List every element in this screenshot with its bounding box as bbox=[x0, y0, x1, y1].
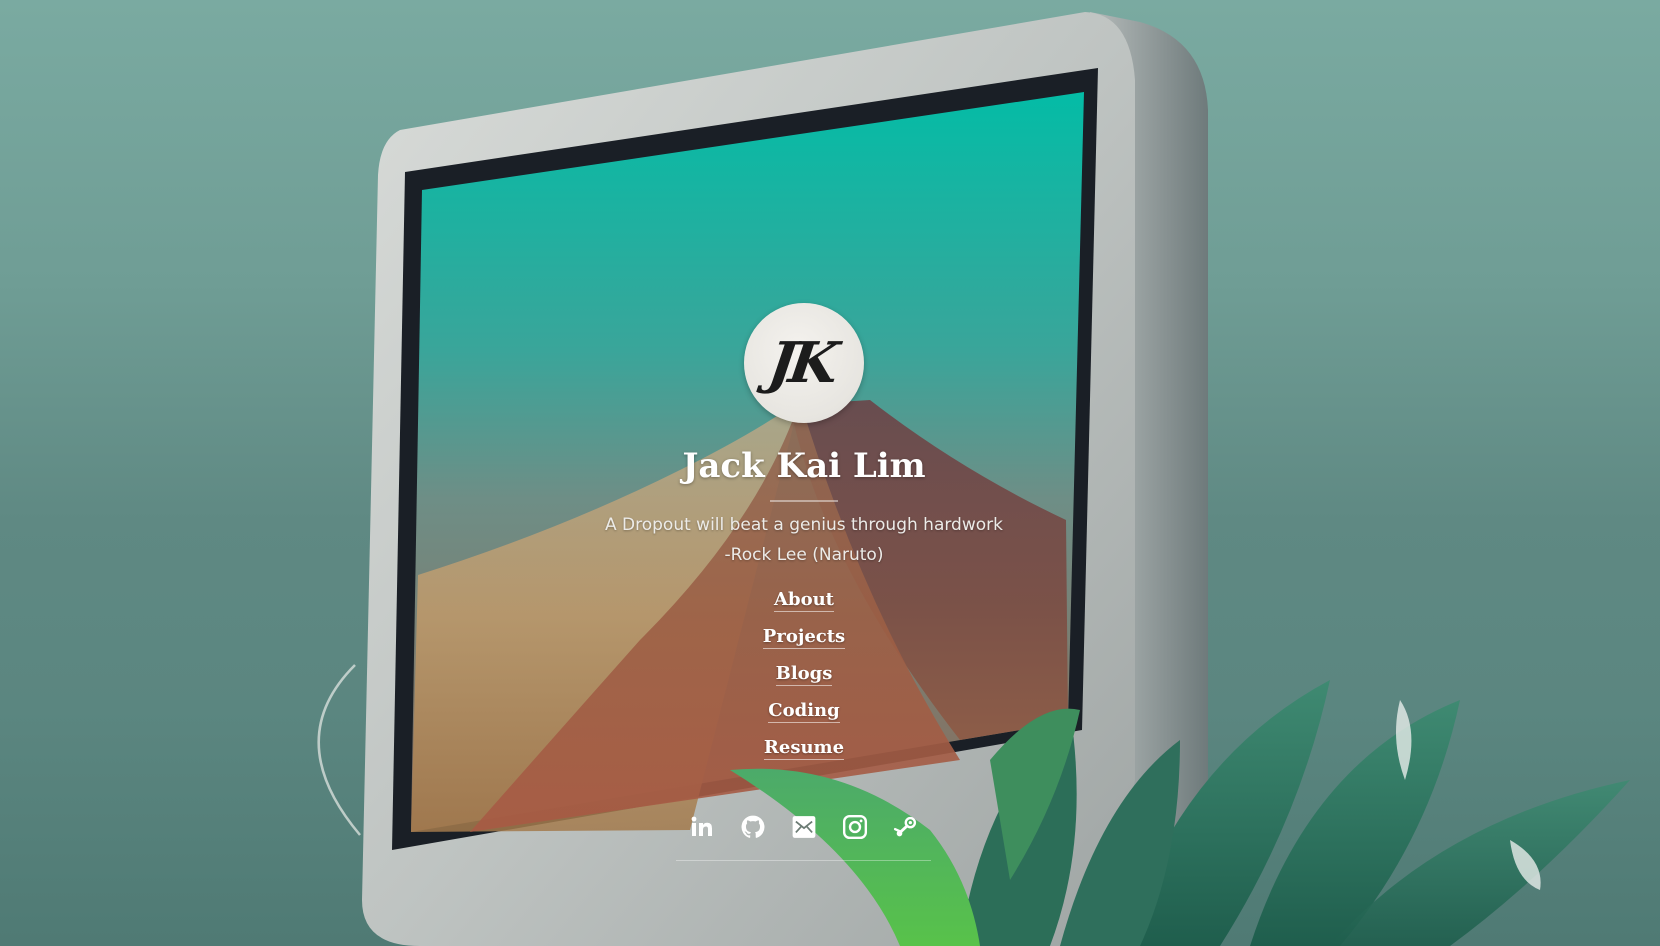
instagram-icon[interactable] bbox=[840, 812, 870, 842]
profile-tagline: A Dropout will beat a genius through har… bbox=[604, 515, 1003, 565]
github-icon[interactable] bbox=[738, 812, 768, 842]
nav-link-blogs[interactable]: Blogs bbox=[775, 662, 833, 686]
avatar-monogram: JK bbox=[764, 330, 838, 396]
profile-card: JK Jack Kai Lim A Dropout will beat a ge… bbox=[0, 0, 1660, 946]
nav-link-about[interactable]: About bbox=[774, 588, 834, 612]
nav-link-resume[interactable]: Resume bbox=[763, 736, 845, 760]
social-divider bbox=[676, 860, 931, 861]
steam-icon[interactable] bbox=[891, 812, 921, 842]
social-links bbox=[0, 812, 1608, 842]
profile-name: Jack Kai Lim bbox=[682, 446, 926, 486]
linkedin-icon[interactable] bbox=[687, 812, 717, 842]
nav-link-projects[interactable]: Projects bbox=[762, 625, 846, 649]
main-nav: About Projects Blogs Coding Resume bbox=[0, 588, 1608, 773]
avatar[interactable]: JK bbox=[744, 303, 864, 423]
name-divider bbox=[770, 500, 838, 502]
nav-link-coding[interactable]: Coding bbox=[768, 699, 840, 723]
email-icon[interactable] bbox=[789, 812, 819, 842]
